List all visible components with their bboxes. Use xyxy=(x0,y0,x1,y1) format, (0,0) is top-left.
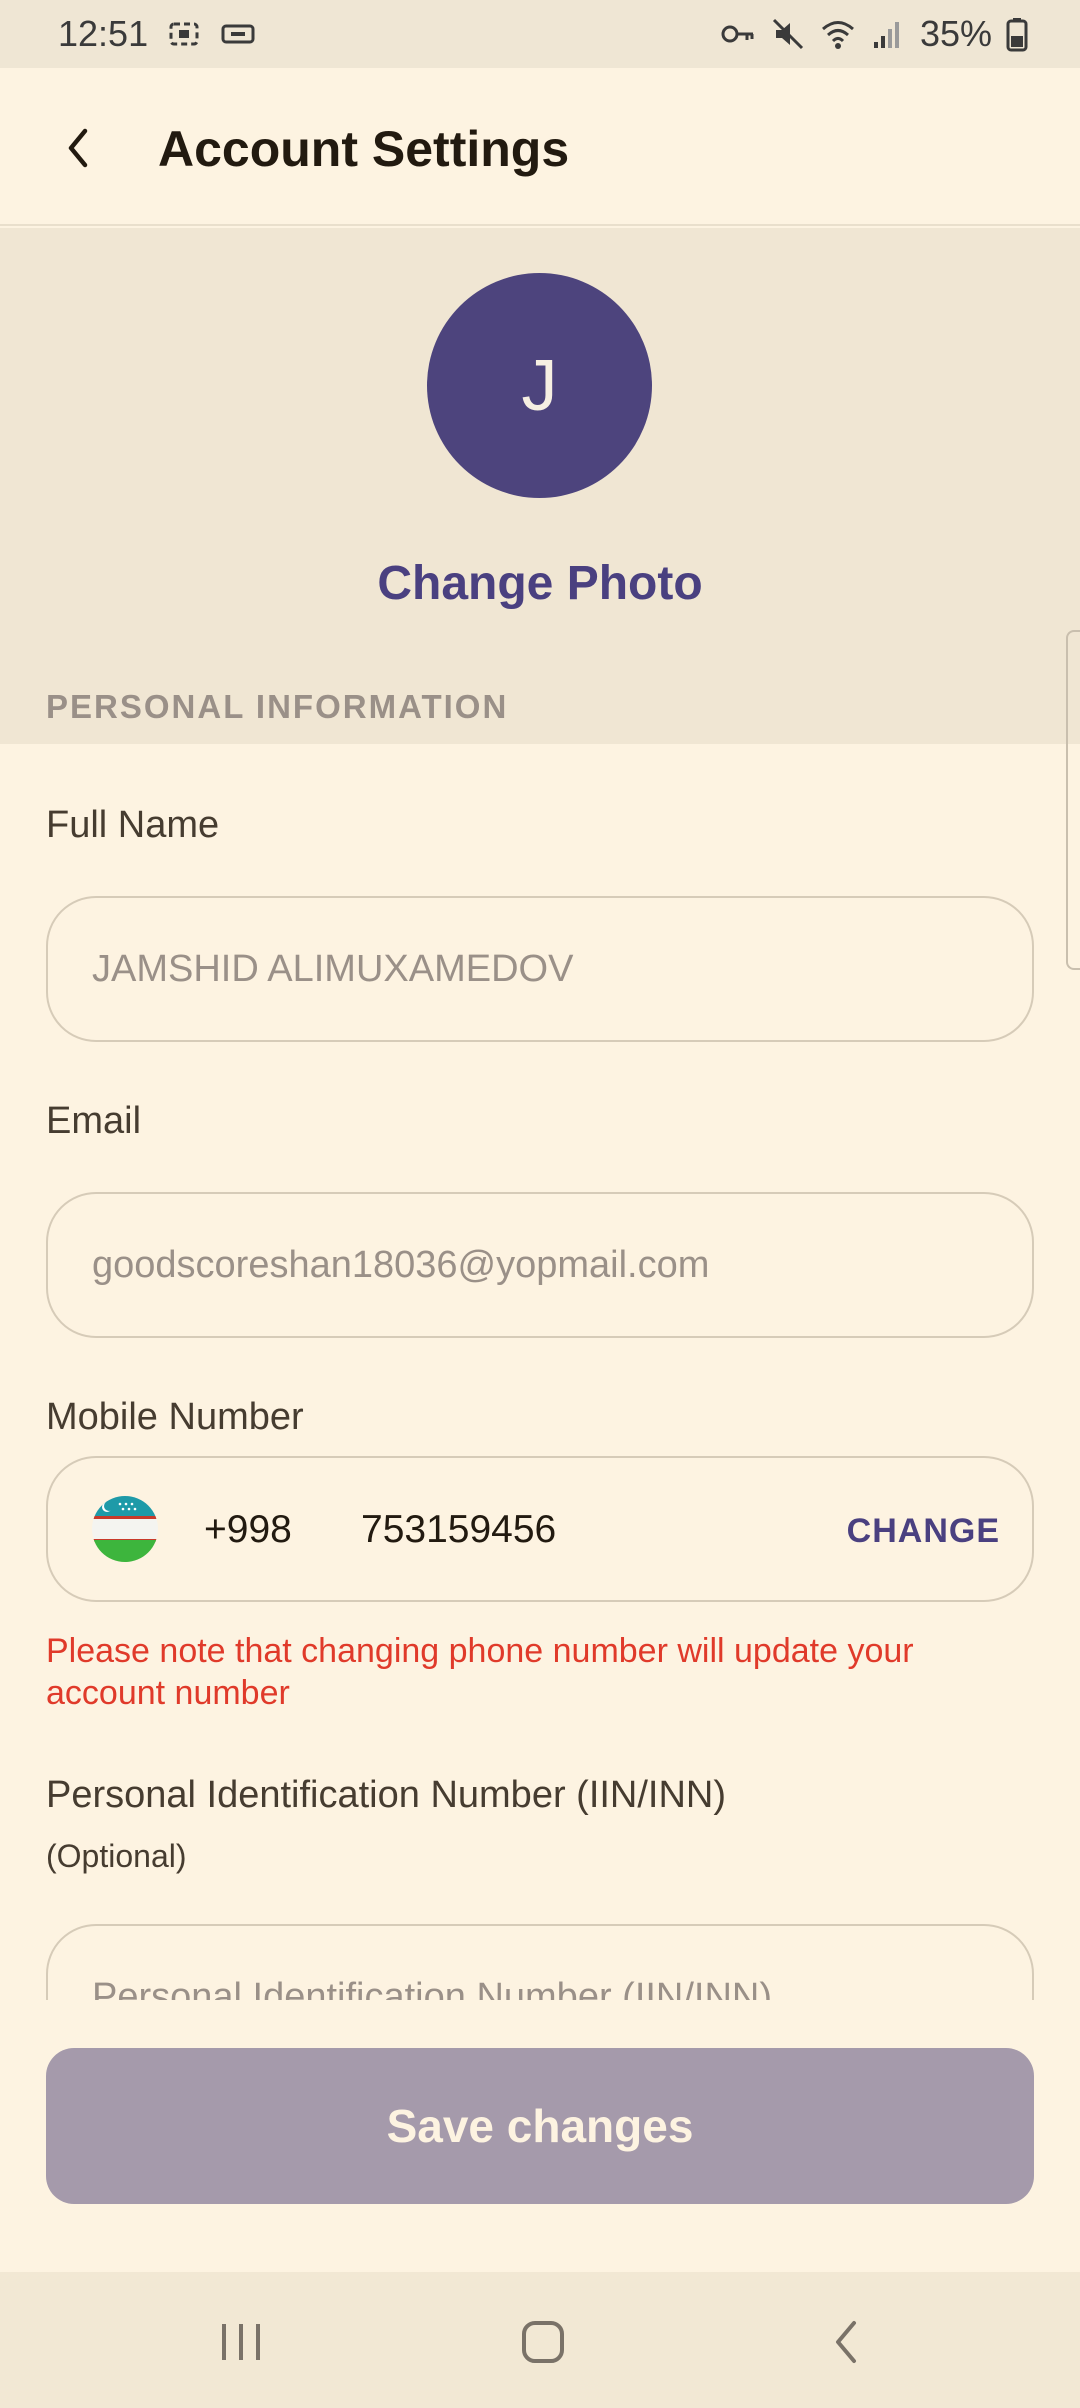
status-time: 12:51 xyxy=(58,13,149,54)
country-code: +998 xyxy=(204,1508,292,1551)
email-label: Email xyxy=(46,1100,142,1142)
section-heading: PERSONAL INFORMATION xyxy=(46,688,509,725)
iin-optional-label: (Optional) xyxy=(46,1838,187,1874)
email-value: goodscoreshan18036@yopmail.com xyxy=(92,1243,710,1286)
status-bar: 12:51 35% xyxy=(0,0,1080,68)
app-header: Account Settings xyxy=(0,68,1080,226)
profile-section: J Change Photo PERSONAL INFORMATION xyxy=(0,228,1080,970)
page-title: Account Settings xyxy=(158,121,570,177)
key-icon xyxy=(721,25,754,43)
avatar-initial: J xyxy=(521,345,558,426)
full-name-value: JAMSHID ALIMUXAMEDOV xyxy=(92,947,574,990)
avatar[interactable]: J xyxy=(427,273,652,498)
nav-back-icon xyxy=(836,2321,856,2363)
scroll-indicator[interactable] xyxy=(1066,630,1080,970)
home-icon xyxy=(522,2321,564,2363)
wifi-icon xyxy=(821,21,854,49)
mute-icon xyxy=(772,18,803,50)
uzbekistan-flag-icon xyxy=(92,1496,158,1562)
change-phone-button[interactable]: CHANGE xyxy=(847,1512,1000,1551)
email-field[interactable]: goodscoreshan18036@yopmail.com xyxy=(46,1192,1034,1338)
home-button[interactable] xyxy=(513,2316,573,2368)
screen-recorder-icon xyxy=(169,22,199,46)
mobile-label: Mobile Number xyxy=(46,1396,304,1438)
nav-back-button[interactable] xyxy=(816,2316,876,2368)
gif-icon xyxy=(221,24,255,44)
back-arrow-icon xyxy=(68,128,88,168)
mobile-field[interactable]: +998 753159456 CHANGE xyxy=(46,1456,1034,1602)
save-changes-button[interactable]: Save changes xyxy=(46,2048,1034,2204)
signal-icon xyxy=(873,22,899,48)
iin-field-container: Personal Identification Number (IIN/INN) xyxy=(0,1920,1080,2000)
battery-icon xyxy=(1006,18,1028,52)
change-photo-button[interactable]: Change Photo xyxy=(0,556,1080,611)
back-button[interactable] xyxy=(48,118,108,178)
iin-label: Personal Identification Number (IIN/INN) xyxy=(46,1774,727,1816)
full-name-label: Full Name xyxy=(46,804,220,846)
phone-number-value: 753159456 xyxy=(361,1508,557,1551)
recent-apps-button[interactable] xyxy=(211,2316,271,2368)
battery-percent: 35% xyxy=(919,13,992,54)
full-name-field[interactable]: JAMSHID ALIMUXAMEDOV xyxy=(46,896,1034,1042)
phone-change-warning: Please note that changing phone number w… xyxy=(46,1632,914,1712)
recent-apps-icon xyxy=(222,2324,260,2360)
iin-field[interactable]: Personal Identification Number (IIN/INN) xyxy=(46,1924,1034,2000)
system-nav-bar xyxy=(0,2272,1080,2408)
iin-placeholder: Personal Identification Number (IIN/INN) xyxy=(92,1976,773,2000)
